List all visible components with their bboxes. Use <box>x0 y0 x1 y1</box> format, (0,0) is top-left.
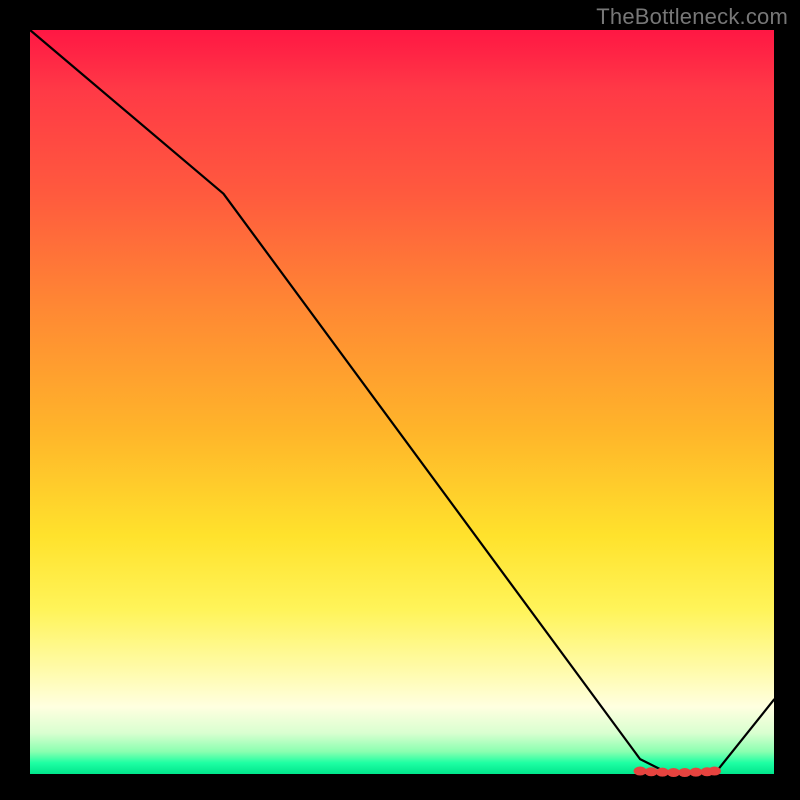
data-marker <box>645 767 658 776</box>
chart-frame: TheBottleneck.com <box>0 0 800 800</box>
chart-svg <box>30 30 774 774</box>
data-marker <box>689 768 702 777</box>
data-marker <box>708 767 721 776</box>
data-marker <box>656 768 669 777</box>
data-marker <box>634 767 647 776</box>
bottleneck-curve <box>30 30 774 774</box>
plot-area <box>30 30 774 774</box>
data-marker <box>667 768 680 777</box>
marker-group <box>634 767 721 777</box>
data-marker <box>678 768 691 777</box>
watermark-text: TheBottleneck.com <box>596 4 788 30</box>
